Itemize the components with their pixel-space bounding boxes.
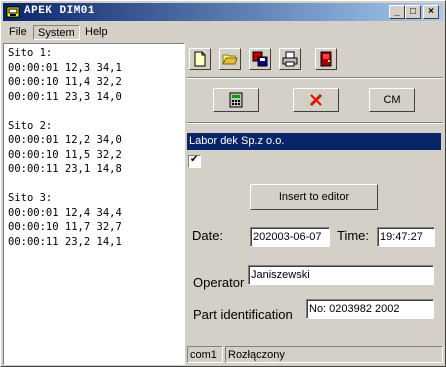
enable-checkbox[interactable]: ✔ <box>188 154 201 168</box>
status-port: com1 <box>187 346 223 363</box>
control-panel: CM Labor dek Sp.z o.o. ✔ Insert to edito… <box>187 43 443 365</box>
save-icon <box>252 51 268 67</box>
checkmark-icon: ✔ <box>190 154 199 165</box>
menu-help[interactable]: Help <box>81 25 112 40</box>
cm-button[interactable]: CM <box>369 88 415 112</box>
new-file-icon <box>194 51 206 67</box>
menu-bar: File System Help <box>3 23 443 42</box>
operator-label: Operator <box>193 275 245 290</box>
calculator-button[interactable] <box>213 88 259 112</box>
operator-field[interactable]: Janiszewski <box>248 265 434 285</box>
disconnect-icon <box>309 93 323 107</box>
new-file-button[interactable] <box>189 48 211 70</box>
time-field[interactable]: 19:47:27 <box>377 227 435 247</box>
menu-file[interactable]: File <box>5 25 31 40</box>
part-identification-field[interactable]: No: 0203982 2002 <box>306 299 434 319</box>
log-panel[interactable]: Sito 1: 00:00:01 12,3 34,1 00:00:10 11,4… <box>3 43 185 365</box>
save-button[interactable] <box>249 48 271 70</box>
part-identification-label: Part identification <box>193 307 293 322</box>
company-name-bar[interactable]: Labor dek Sp.z o.o. <box>187 133 441 150</box>
date-label: Date: <box>192 228 224 243</box>
measurement-log: Sito 1: 00:00:01 12,3 34,1 00:00:10 11,4… <box>8 47 122 248</box>
time-label: Time: <box>337 228 370 243</box>
date-field[interactable]: 202003-06-07 <box>250 227 330 247</box>
open-button[interactable] <box>219 48 241 70</box>
main-window: APEK DIM01 _ □ × File System Help Sito 1… <box>0 0 446 367</box>
button-row-divider <box>187 122 443 124</box>
menu-system[interactable]: System <box>33 25 80 40</box>
print-icon <box>282 51 298 67</box>
title-bar[interactable]: APEK DIM01 _ □ × <box>3 3 443 21</box>
open-folder-icon <box>222 54 238 65</box>
app-icon <box>6 6 20 18</box>
print-button[interactable] <box>279 48 301 70</box>
status-connection: Rozłączony <box>225 346 443 363</box>
disconnect-button[interactable] <box>293 88 339 112</box>
window-title: APEK DIM01 <box>24 5 96 17</box>
status-bar: com1 Rozłączony <box>187 346 443 364</box>
insert-to-editor-button[interactable]: Insert to editor <box>250 184 378 210</box>
calculator-icon <box>229 92 243 108</box>
close-button[interactable]: × <box>423 5 439 19</box>
toolbar-divider <box>187 77 443 79</box>
maximize-button[interactable]: □ <box>405 5 421 19</box>
exit-button[interactable] <box>315 48 337 70</box>
minimize-button[interactable]: _ <box>389 5 405 19</box>
exit-door-icon <box>320 51 332 67</box>
